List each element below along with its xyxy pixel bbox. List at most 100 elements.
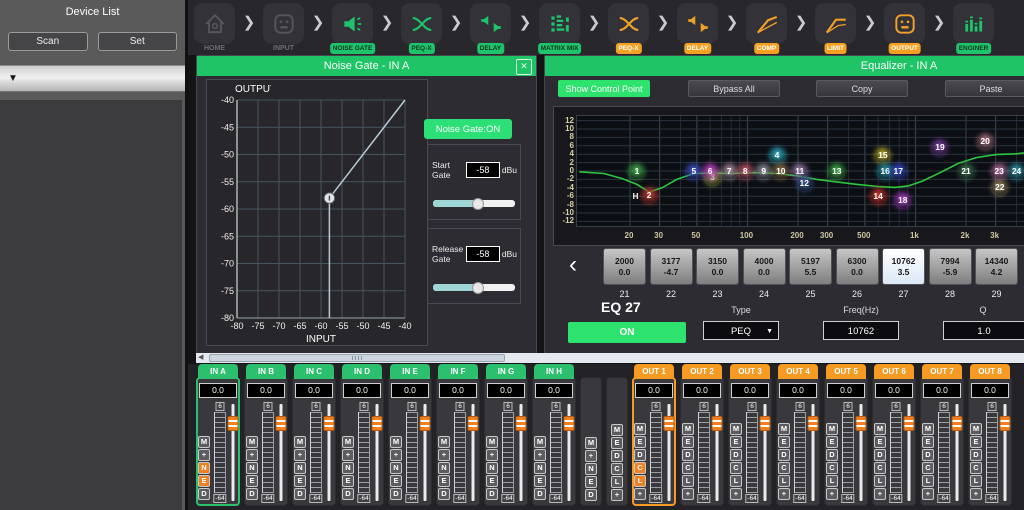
gain-display[interactable]: 0.0 bbox=[487, 383, 525, 398]
strip-button-N[interactable]: N bbox=[246, 462, 258, 474]
release-gate-slider[interactable] bbox=[433, 284, 515, 291]
eq-control-point-18[interactable]: 18 bbox=[895, 193, 910, 208]
strip-button-+[interactable]: + bbox=[585, 450, 597, 462]
strip-button-+[interactable]: + bbox=[611, 489, 623, 501]
fader-handle[interactable] bbox=[952, 416, 963, 431]
strip-button-M[interactable]: M bbox=[826, 423, 838, 435]
strip-button-E[interactable]: E bbox=[198, 475, 210, 487]
bypass-all-button[interactable]: Bypass All bbox=[688, 80, 780, 97]
copy-button[interactable]: Copy bbox=[816, 80, 908, 97]
fader-handle[interactable] bbox=[808, 416, 819, 431]
strip-button-N[interactable]: N bbox=[390, 462, 402, 474]
strip-button-E[interactable]: E bbox=[534, 475, 546, 487]
paste-button[interactable]: Paste bbox=[945, 80, 1024, 97]
strip-button-M[interactable]: M bbox=[342, 436, 354, 448]
strip-button-E[interactable]: E bbox=[246, 475, 258, 487]
strip-button-E[interactable]: E bbox=[874, 436, 886, 448]
channel-label[interactable]: IN C bbox=[294, 364, 334, 379]
strip-button-D[interactable]: D bbox=[486, 488, 498, 500]
gain-display[interactable]: 0.0 bbox=[779, 383, 817, 398]
scrollbar-thumb[interactable] bbox=[209, 354, 505, 362]
strip-button-+[interactable]: + bbox=[970, 488, 982, 500]
eq-graph[interactable]: 12H3456789101112131415161718192021222324 bbox=[576, 115, 1024, 227]
strip-button-D[interactable]: D bbox=[294, 488, 306, 500]
show-control-point-button[interactable]: Show Control Point bbox=[558, 80, 650, 97]
strip-button-C[interactable]: C bbox=[730, 462, 742, 474]
strip-button-M[interactable]: M bbox=[438, 436, 450, 448]
strip-button-+[interactable]: + bbox=[922, 488, 934, 500]
strip-button-D[interactable]: D bbox=[534, 488, 546, 500]
gain-display[interactable]: 0.0 bbox=[683, 383, 721, 398]
eq-control-point-20[interactable]: 20 bbox=[978, 134, 993, 149]
strip-button-E[interactable]: E bbox=[486, 475, 498, 487]
strip-button-N[interactable]: N bbox=[438, 462, 450, 474]
slider-handle[interactable] bbox=[472, 282, 484, 294]
eq-control-point-13[interactable]: 13 bbox=[829, 164, 844, 179]
strip-button-+[interactable]: + bbox=[486, 449, 498, 461]
strip-button-+[interactable]: + bbox=[682, 488, 694, 500]
fader-handle[interactable] bbox=[276, 416, 287, 431]
strip-button-D[interactable]: D bbox=[730, 449, 742, 461]
strip-button-L[interactable]: L bbox=[970, 475, 982, 487]
gain-display[interactable]: 0.0 bbox=[391, 383, 429, 398]
strip-button-D[interactable]: D bbox=[634, 449, 646, 461]
fader-handle[interactable] bbox=[760, 416, 771, 431]
strip-button-D[interactable]: D bbox=[922, 449, 934, 461]
strip-button-+[interactable]: + bbox=[534, 449, 546, 461]
gain-display[interactable]: 0.0 bbox=[875, 383, 913, 398]
strip-button-M[interactable]: M bbox=[585, 437, 597, 449]
eq-band-prev-button[interactable]: ‹ bbox=[569, 253, 577, 277]
eq-band-cell-23[interactable]: 31500.0 bbox=[696, 248, 739, 285]
toolbar-item-peq-x[interactable]: PEQ-X bbox=[608, 0, 649, 55]
eq-band-cell-21[interactable]: 20000.0 bbox=[603, 248, 646, 285]
channel-label[interactable]: IN F bbox=[438, 364, 478, 379]
channel-label[interactable]: IN B bbox=[246, 364, 286, 379]
strip-button-E[interactable]: E bbox=[585, 476, 597, 488]
strip-button-E[interactable]: E bbox=[922, 436, 934, 448]
fader-handle[interactable] bbox=[712, 416, 723, 431]
fader-handle[interactable] bbox=[228, 416, 239, 431]
freq-input[interactable]: 10762 bbox=[823, 321, 899, 340]
eq-control-point-17[interactable]: 17 bbox=[891, 164, 906, 179]
strip-button-E[interactable]: E bbox=[778, 436, 790, 448]
eq-control-point-4[interactable]: 4 bbox=[770, 148, 785, 163]
channel-label[interactable]: IN E bbox=[390, 364, 430, 379]
eq-control-point-15[interactable]: 15 bbox=[875, 148, 890, 163]
strip-button-C[interactable]: C bbox=[634, 462, 646, 474]
gain-display[interactable]: 0.0 bbox=[343, 383, 381, 398]
strip-button-M[interactable]: M bbox=[634, 423, 646, 435]
eq-control-point-12[interactable]: 12 bbox=[797, 176, 812, 191]
fader-handle[interactable] bbox=[516, 416, 527, 431]
strip-button-+[interactable]: + bbox=[246, 449, 258, 461]
gate-control-point[interactable] bbox=[324, 193, 334, 203]
eq-control-point-23[interactable]: 23 bbox=[992, 164, 1007, 179]
eq-band-cell-22[interactable]: 3177-4.7 bbox=[650, 248, 693, 285]
eq-control-point-24[interactable]: 24 bbox=[1009, 164, 1024, 179]
eq-control-point-8[interactable]: 8 bbox=[738, 164, 753, 179]
fader-handle[interactable] bbox=[856, 416, 867, 431]
type-dropdown[interactable]: PEQ ▼ bbox=[703, 321, 779, 340]
strip-button-C[interactable]: C bbox=[611, 463, 623, 475]
fader-handle[interactable] bbox=[372, 416, 383, 431]
slider-handle[interactable] bbox=[472, 198, 484, 210]
strip-button-D[interactable]: D bbox=[826, 449, 838, 461]
fader-handle[interactable] bbox=[664, 416, 675, 431]
fader-handle[interactable] bbox=[1000, 416, 1011, 431]
gain-display[interactable]: 0.0 bbox=[635, 383, 673, 398]
strip-button-N[interactable]: N bbox=[198, 462, 210, 474]
strip-button-C[interactable]: C bbox=[778, 462, 790, 474]
channel-label[interactable]: OUT 2 bbox=[682, 364, 722, 379]
eq-control-point-2[interactable]: 2H bbox=[642, 188, 657, 203]
strip-button-+[interactable]: + bbox=[634, 488, 646, 500]
strip-button-E[interactable]: E bbox=[730, 436, 742, 448]
eq-control-point-1[interactable]: 1 bbox=[629, 164, 644, 179]
strip-button-L[interactable]: L bbox=[730, 475, 742, 487]
scroll-left-arrow-icon[interactable]: ◀ bbox=[198, 354, 203, 362]
toolbar-item-noise-gate[interactable]: NOISE GATE bbox=[332, 0, 373, 55]
strip-button-E[interactable]: E bbox=[634, 436, 646, 448]
fader-handle[interactable] bbox=[904, 416, 915, 431]
toolbar-item-delay[interactable]: DELAY bbox=[677, 0, 718, 55]
strip-button-+[interactable]: + bbox=[778, 488, 790, 500]
toolbar-item-enginer[interactable]: ENGINER bbox=[953, 0, 994, 55]
q-input[interactable]: 1.0 bbox=[943, 321, 1024, 340]
